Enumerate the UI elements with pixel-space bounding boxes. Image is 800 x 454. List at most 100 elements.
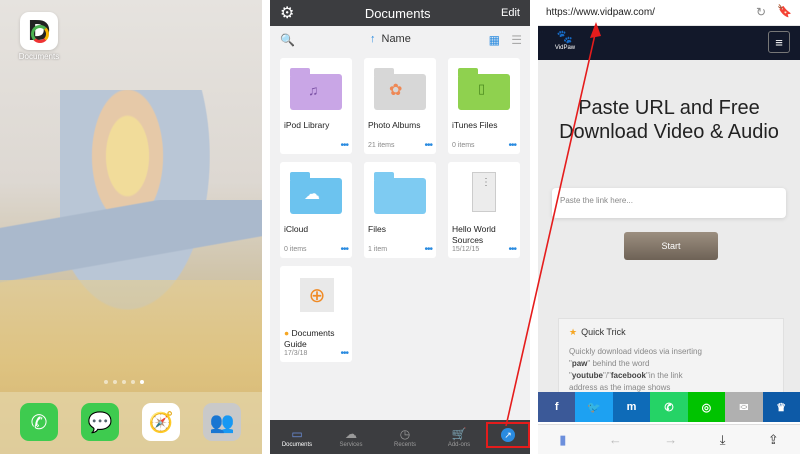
tab-documents[interactable]: ▭ Documents (272, 427, 322, 448)
file-name: Hello World Sources (452, 224, 496, 245)
star-icon: ★ (569, 327, 578, 337)
trick-title-text: Quick Trick (581, 327, 626, 337)
file-meta: 1 item (368, 246, 388, 253)
trick-text: Quickly download videos via inserting (569, 347, 702, 356)
more-icon[interactable]: ••• (424, 244, 432, 255)
file-item[interactable]: ♫ iPod Library ••• (280, 58, 352, 154)
address-bar[interactable]: https://www.vidpaw.com/ ↻ 🔖 (538, 0, 800, 26)
crown-share-icon[interactable]: ♛ (762, 392, 800, 422)
documents-logo-icon: D (27, 14, 51, 47)
file-meta: 0 items (452, 142, 475, 149)
cart-icon: 🛒 (451, 426, 467, 441)
share-bar: f 🐦 m ✆ ◎ ✉ ♛ (538, 392, 800, 422)
quick-trick-title: ★ Quick Trick (569, 327, 773, 338)
zip-file-icon: ⋮ (472, 172, 496, 212)
file-item[interactable]: Files 1 item ••• (364, 162, 436, 258)
bookmark-icon[interactable]: 🔖 (777, 4, 792, 18)
tab-services[interactable]: ☁ Services (326, 427, 376, 448)
more-icon[interactable]: ••• (508, 140, 516, 151)
documents-app-icon[interactable]: D (20, 12, 58, 50)
trick-text: "in the link (645, 371, 683, 380)
tab-recents[interactable]: ◷ Recents (380, 427, 430, 448)
browser-button[interactable]: ↗ (486, 422, 530, 448)
folder-icon (374, 172, 426, 214)
trick-keyword: facebook (610, 371, 646, 380)
file-name: iCloud (284, 224, 309, 234)
download-icon[interactable]: ⤓ (720, 432, 726, 448)
tab-label: Services (339, 441, 363, 448)
twitter-share-icon[interactable]: 🐦 (575, 392, 613, 422)
file-meta: 0 items (284, 246, 307, 253)
sort-arrow-icon: ↑ (370, 33, 376, 45)
line-share-icon[interactable]: ◎ (687, 392, 726, 422)
file-item[interactable]: ☁ iCloud 0 items ••• (280, 162, 352, 258)
wallpaper-ledge (0, 280, 262, 392)
itunes-folder-icon: ▯ (458, 68, 510, 110)
quick-trick-box: ★ Quick Trick Quickly download videos via… (558, 318, 784, 398)
compass-icon: ↗ (501, 428, 515, 442)
clock-icon: ◷ (399, 426, 411, 441)
lifebuoy-icon: ⊕ (300, 278, 334, 312)
safari-app-icon[interactable]: 🧭 (142, 403, 180, 441)
tab-label: Documents (281, 441, 313, 448)
page-dot-active (140, 380, 144, 384)
more-icon[interactable]: ••• (340, 140, 348, 151)
link-input[interactable]: Paste the link here... (552, 188, 786, 218)
documents-header: ⚙ Documents Edit (270, 0, 530, 26)
forward-icon[interactable]: → (664, 432, 677, 447)
trick-text: behind the word (590, 359, 650, 368)
site-logo[interactable]: 🐾 VidPaw (550, 29, 580, 51)
folder-icon[interactable]: ▮ (559, 432, 566, 448)
sort-bar: 🔍 ↑ Name ▦ ☰ (270, 26, 530, 54)
photos-folder-icon: ✿ (374, 68, 426, 110)
file-meta: 21 items (368, 142, 395, 149)
documents-app: ⚙ Documents Edit 🔍 ↑ Name ▦ ☰ ♫ iPod Libr… (270, 0, 530, 454)
file-name: iPod Library (284, 120, 330, 130)
paw-icon: 🐾 (556, 29, 574, 44)
whatsapp-share-icon[interactable]: ✆ (650, 392, 688, 422)
tab-label: Recents (393, 441, 416, 448)
folder-icon: ▭ (291, 426, 303, 441)
share-icon[interactable]: ⇪ (768, 432, 779, 448)
more-icon[interactable]: ••• (424, 140, 432, 151)
trick-keyword: paw (571, 359, 588, 368)
facebook-share-icon[interactable]: f (538, 392, 576, 422)
browser-view: https://www.vidpaw.com/ ↻ 🔖 🐾 VidPaw ≡ P… (538, 0, 800, 454)
file-name: Photo Albums (368, 120, 421, 130)
home-screen: D Documents ✆ 💬 🧭 👥 (0, 0, 262, 454)
more-icon[interactable]: ••• (508, 244, 516, 255)
file-item[interactable]: ✿ Photo Albums 21 items ••• (364, 58, 436, 154)
phone-app-icon[interactable]: ✆ (20, 403, 58, 441)
email-share-icon[interactable]: ✉ (725, 392, 763, 422)
more-icon[interactable]: ••• (340, 348, 348, 359)
cloud-icon: ☁ (345, 426, 357, 441)
cloud-folder-icon: ☁ (290, 172, 342, 214)
file-item[interactable]: ⋮ Hello World Sources 15/12/15 ••• (448, 162, 520, 258)
page-indicator (104, 380, 144, 384)
grid-view-icon[interactable]: ▦ (489, 33, 500, 47)
reload-icon[interactable]: ↻ (756, 5, 766, 19)
file-meta: 17/3/18 (284, 350, 308, 357)
more-icon[interactable]: ••• (340, 244, 348, 255)
back-icon[interactable]: ← (609, 432, 622, 447)
file-name: Files (368, 224, 386, 234)
contacts-app-icon[interactable]: 👥 (203, 403, 241, 441)
list-view-icon[interactable]: ☰ (511, 33, 522, 47)
trick-text: "/" (602, 371, 611, 380)
file-item[interactable]: ⊕ ● Documents Guide 17/3/18 ••• (280, 266, 352, 362)
tab-add-ons[interactable]: 🛒 Add-ons (434, 427, 484, 448)
file-name: iTunes Files (452, 120, 498, 130)
hamburger-menu-icon[interactable]: ≡ (768, 31, 790, 53)
messenger-share-icon[interactable]: m (612, 392, 651, 422)
sort-button[interactable]: ↑ Name (370, 33, 411, 45)
gear-icon[interactable]: ⚙ (280, 3, 294, 23)
search-icon[interactable]: 🔍 (280, 33, 295, 47)
start-button[interactable]: Start (624, 232, 718, 260)
messages-app-icon[interactable]: 💬 (81, 403, 119, 441)
page-title: Documents (364, 5, 431, 21)
documents-app-label: Documents (18, 52, 60, 61)
trick-keyword: youtube (571, 371, 603, 380)
file-name: ● Documents Guide (284, 328, 335, 349)
file-item[interactable]: ▯ iTunes Files 0 items ••• (448, 58, 520, 154)
edit-button[interactable]: Edit (501, 7, 520, 19)
